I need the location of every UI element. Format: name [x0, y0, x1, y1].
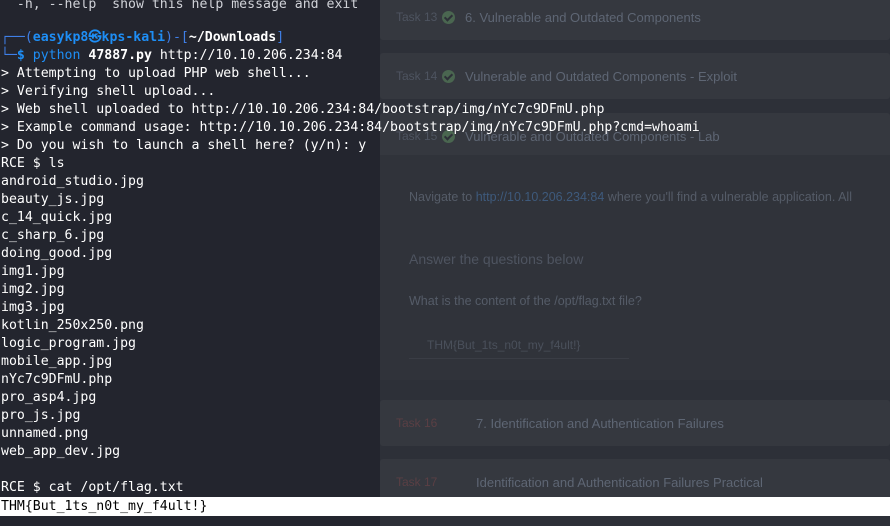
- file-list-item: web_app_dev.jpg: [1, 444, 121, 459]
- command-arg-file: 47887.py: [88, 48, 152, 63]
- task-intro: Navigate to http://10.10.206.234:84 wher…: [409, 190, 852, 204]
- rce-ls-command: RCE $ ls: [1, 156, 65, 171]
- task-title: Identification and Authentication Failur…: [476, 474, 763, 490]
- flag-text: THM{But_1ts_n0t_my_f4ult!}: [1, 499, 208, 514]
- file-list-item: c_14_quick.jpg: [1, 210, 113, 225]
- intro-text-suffix: where you'll find a vulnerable applicati…: [604, 190, 852, 204]
- prompt-line-1: ┌──(easykp8㉿kps-kali)-[~/Downloads]: [1, 29, 284, 47]
- file-list-item: pro_js.jpg: [1, 408, 81, 423]
- file-list-item: logic_program.jpg: [1, 336, 136, 351]
- file-list-item: img1.jpg: [1, 264, 65, 279]
- file-list-item: img2.jpg: [1, 282, 65, 297]
- answer-input[interactable]: THM{But_1ts_n0t_my_f4ult!}: [409, 330, 629, 359]
- task-card-13[interactable]: Task 13 6. Vulnerable and Outdated Compo…: [380, 0, 890, 40]
- file-list-item: unnamed.png: [1, 426, 89, 441]
- output-line: > Do you wish to launch a shell here? (y…: [1, 138, 367, 153]
- task-number: Task 17: [396, 475, 438, 489]
- help-line: -h, --help show this help message and ex…: [1, 0, 359, 12]
- terminal-window[interactable]: -h, --help show this help message and ex…: [0, 0, 700, 526]
- task-title: 6. Vulnerable and Outdated Components: [465, 9, 701, 25]
- intro-text: Navigate to: [409, 190, 476, 204]
- rce-cat-command: RCE $ cat /opt/flag.txt: [1, 480, 184, 495]
- task-number: Task 13: [396, 10, 438, 24]
- prompt-corner: ┌──(: [1, 30, 33, 45]
- question-text: What is the content of the /opt/flag.txt…: [409, 294, 642, 308]
- file-list-item: c_sharp_6.jpg: [1, 228, 105, 243]
- file-list-item: img3.jpg: [1, 300, 65, 315]
- command-arg-url: http://10.10.206.234:84: [159, 48, 343, 63]
- flag-output-highlighted[interactable]: THM{But_1ts_n0t_my_f4ult!}: [0, 497, 890, 516]
- file-list-item: kotlin_250x250.png: [1, 318, 144, 333]
- task-title: Vulnerable and Outdated Components - Exp…: [465, 68, 737, 84]
- output-line: > Verifying shell upload...: [1, 84, 216, 99]
- prompt-dollar: $: [16, 48, 33, 63]
- room-task-list: Task 13 6. Vulnerable and Outdated Compo…: [380, 0, 890, 526]
- check-icon: [442, 10, 455, 24]
- task-number: Task 16: [396, 416, 438, 430]
- questions-heading: Answer the questions below: [409, 251, 584, 267]
- answer-value: THM{But_1ts_n0t_my_f4ult!}: [427, 338, 581, 352]
- file-list-item: pro_asp4.jpg: [1, 390, 97, 405]
- task-title: 7. Identification and Authentication Fai…: [476, 415, 724, 431]
- file-list-item: beauty_js.jpg: [1, 192, 105, 207]
- task-content: Navigate to http://10.10.206.234:84 wher…: [380, 155, 890, 380]
- target-link[interactable]: http://10.10.206.234:84: [476, 190, 605, 204]
- output-line: > Web shell uploaded to http://10.10.206…: [1, 102, 605, 117]
- prompt-user: easykp8㉿kps-kali: [32, 30, 166, 45]
- output-line: > Attempting to upload PHP web shell...: [1, 66, 311, 81]
- prompt-path: ~/Downloads: [188, 30, 277, 45]
- file-list-item: doing_good.jpg: [1, 246, 113, 261]
- task-card-16[interactable]: Task 16 7. Identification and Authentica…: [380, 400, 890, 446]
- file-list-item: nYc7c9DFmU.php: [1, 372, 113, 387]
- prompt-line-2: └─$ python 47887.py http://10.10.206.234…: [1, 47, 342, 65]
- check-icon: [442, 69, 455, 83]
- file-list-item: mobile_app.jpg: [1, 354, 113, 369]
- task-number: Task 14: [396, 69, 438, 83]
- prompt-mid: )-[: [165, 30, 189, 45]
- command-name: python: [32, 48, 81, 63]
- file-list-item: android_studio.jpg: [1, 174, 144, 189]
- task-card-14[interactable]: Task 14 Vulnerable and Outdated Componen…: [380, 53, 890, 99]
- prompt-end: ]: [276, 30, 285, 45]
- prompt-corner-bottom: └─: [1, 48, 17, 63]
- output-line: > Example command usage: http://10.10.20…: [1, 120, 700, 135]
